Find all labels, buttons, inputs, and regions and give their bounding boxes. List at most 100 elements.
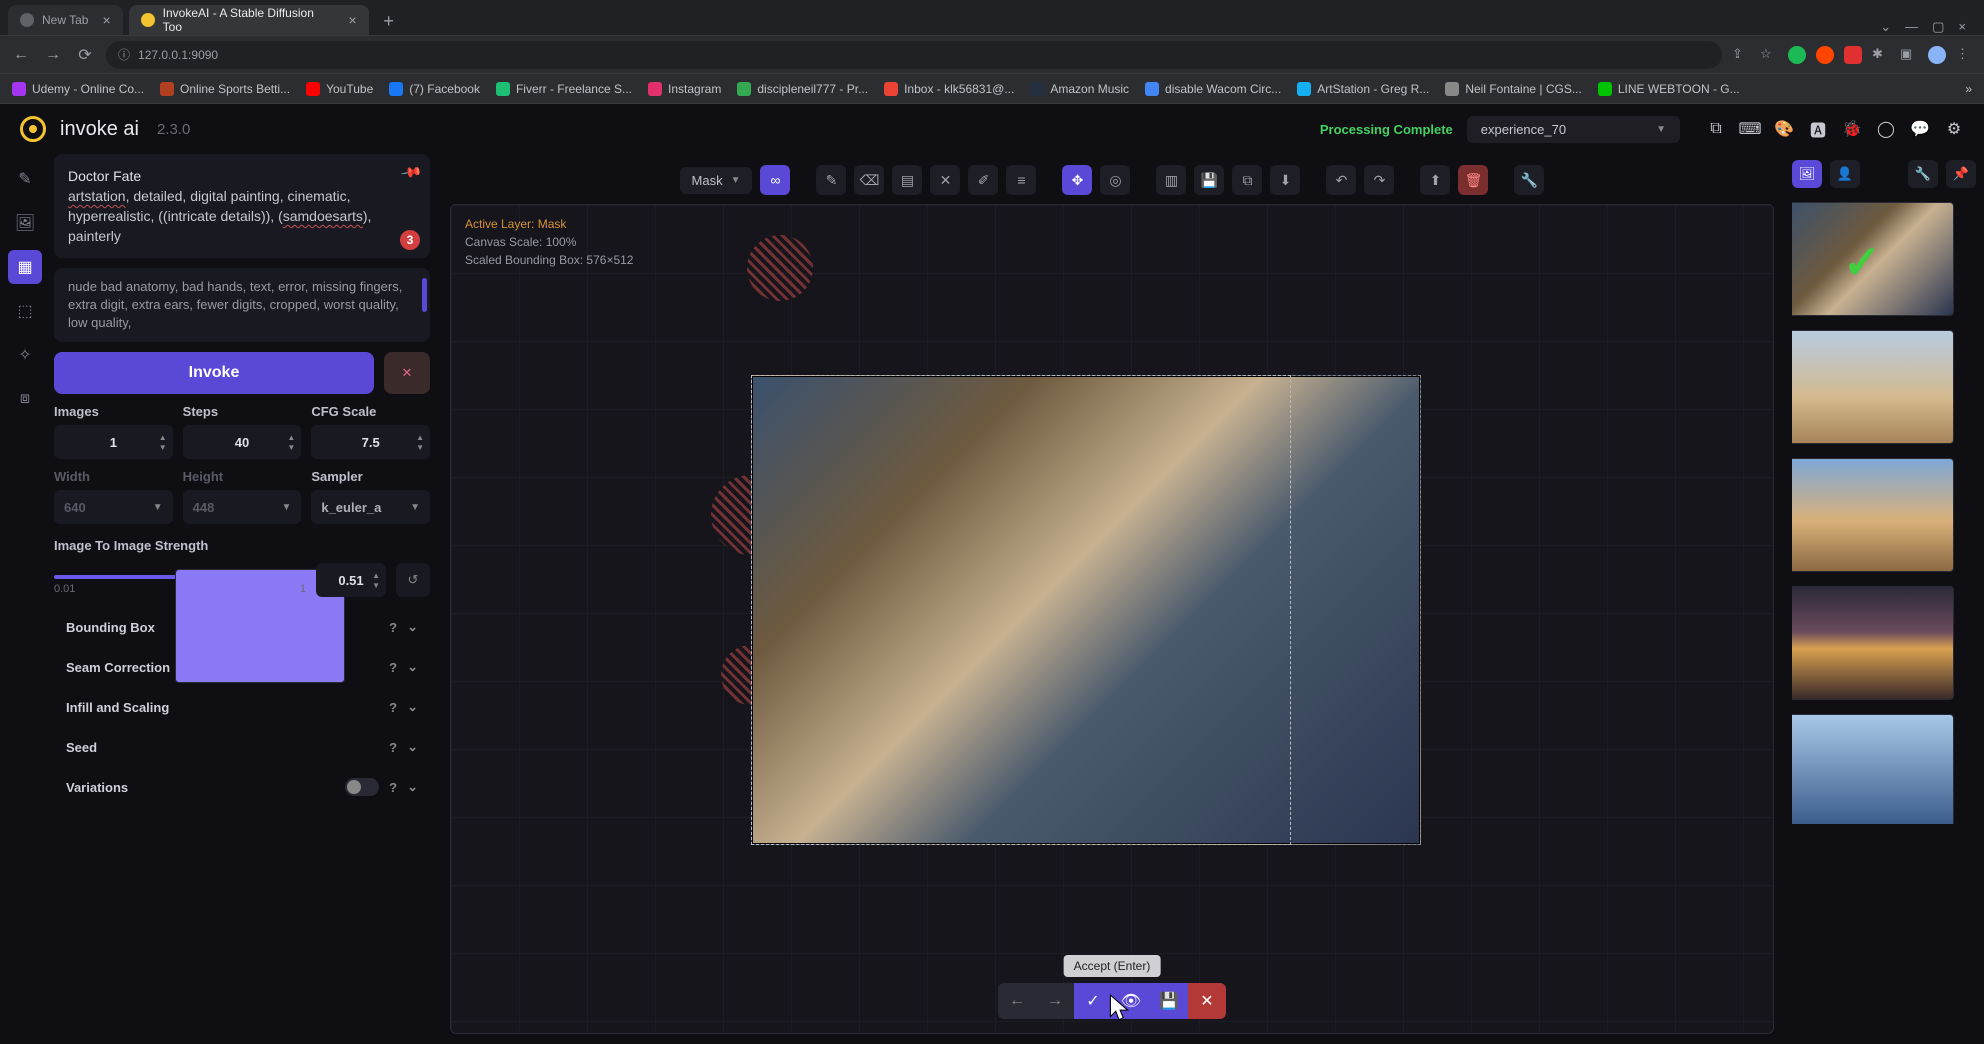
bookmark-item[interactable]: Inbox - klk56831@... <box>884 82 1014 96</box>
toggle[interactable] <box>345 778 379 796</box>
invoke-button[interactable]: Invoke <box>54 352 374 394</box>
minimize-icon[interactable]: — <box>1905 19 1918 35</box>
github-icon[interactable]: ◯ <box>1876 119 1896 139</box>
info-icon[interactable]: ? <box>389 740 397 755</box>
clear-canvas[interactable]: 🗑 <box>1458 165 1488 195</box>
staging-next[interactable]: → <box>1036 983 1074 1019</box>
accordion-seed[interactable]: Seed?⌄ <box>54 727 430 767</box>
step-down-icon[interactable]: ▼ <box>159 443 167 452</box>
forward-button[interactable]: → <box>42 46 64 64</box>
prompt-input[interactable]: 📌 Doctor Fate artstation, detailed, digi… <box>54 154 430 258</box>
i2i-input[interactable]: 0.51 ▲▼ <box>316 563 386 597</box>
bookmark-item[interactable]: Amazon Music <box>1030 82 1129 96</box>
url-bar[interactable]: ⓘ 127.0.0.1:9090 <box>106 41 1722 69</box>
menu-icon[interactable]: ⋮ <box>1956 46 1974 64</box>
reload-button[interactable]: ⟳ <box>74 45 96 65</box>
bookmark-item[interactable]: Instagram <box>648 82 721 96</box>
browser-tab[interactable]: InvokeAI - A Stable Diffusion Too × <box>129 5 369 35</box>
gallery-pin[interactable]: 📌 <box>1946 160 1976 188</box>
sampler-select[interactable]: k_euler_a ▼ <box>311 490 430 524</box>
bookmark-item[interactable]: Neil Fontaine | CGS... <box>1445 82 1582 96</box>
brush-options[interactable]: ≡ <box>1006 165 1036 195</box>
new-tab-button[interactable]: + <box>375 7 403 35</box>
staging-prev[interactable]: ← <box>998 983 1036 1019</box>
info-icon[interactable]: ? <box>389 780 397 795</box>
rail-txt2img[interactable]: ✎ <box>8 162 42 196</box>
back-button[interactable]: ← <box>10 46 32 64</box>
rail-img2img[interactable]: 🖼 <box>8 206 42 240</box>
gallery-tab-user[interactable]: 👤 <box>1830 160 1860 188</box>
cancel-button[interactable]: ✕ <box>384 352 430 394</box>
clear-mask[interactable]: ✕ <box>930 165 960 195</box>
bounding-box[interactable] <box>751 375 1291 845</box>
bookmark-item[interactable]: discipleneil777 - Pr... <box>737 82 868 96</box>
width-select[interactable]: 640 ▼ <box>54 490 173 524</box>
step-down-icon[interactable]: ▼ <box>372 581 380 590</box>
i2i-reset-button[interactable]: ↺ <box>396 563 430 597</box>
brush-tool[interactable]: ✎ <box>816 165 846 195</box>
rail-nodes[interactable]: ⬚ <box>8 294 42 328</box>
accordion-variations[interactable]: Variations?⌄ <box>54 767 430 807</box>
rail-training[interactable]: ⧈ <box>8 382 42 416</box>
step-down-icon[interactable]: ▼ <box>287 443 295 452</box>
pin-icon[interactable]: 📌 <box>398 159 424 185</box>
keyboard-icon[interactable]: ⌨ <box>1740 119 1760 139</box>
staging-toggle-view[interactable]: 👁 <box>1112 983 1150 1019</box>
discord-icon[interactable]: 💬 <box>1910 119 1930 139</box>
info-icon[interactable]: ? <box>389 620 397 635</box>
layer-select[interactable]: Mask ▼ <box>680 167 753 194</box>
bookmark-item[interactable]: LINE WEBTOON - G... <box>1598 82 1740 96</box>
bookmark-item[interactable]: disable Wacom Circ... <box>1145 82 1281 96</box>
bookmark-item[interactable]: Online Sports Betti... <box>160 82 290 96</box>
browser-tab[interactable]: New Tab × <box>8 5 123 35</box>
height-select[interactable]: 448 ▼ <box>183 490 302 524</box>
close-icon[interactable]: × <box>348 12 356 28</box>
step-up-icon[interactable]: ▲ <box>159 433 167 442</box>
staging-accept[interactable]: ✓ <box>1074 983 1112 1019</box>
scrollbar[interactable] <box>422 278 427 312</box>
accordion-infill-and-scaling[interactable]: Infill and Scaling?⌄ <box>54 687 430 727</box>
negative-prompt-input[interactable]: nude bad anatomy, bad hands, text, error… <box>54 268 430 342</box>
bookmark-item[interactable]: (7) Facebook <box>389 82 480 96</box>
settings-icon[interactable]: ⚙ <box>1944 119 1964 139</box>
info-icon[interactable]: ? <box>389 700 397 715</box>
gallery-thumb[interactable]: ✓ <box>1792 202 1954 316</box>
canvas[interactable]: Active Layer: Mask Canvas Scale: 100% Sc… <box>450 204 1774 1034</box>
chevron-down-icon[interactable]: ⌄ <box>1880 19 1891 35</box>
gallery-settings[interactable]: 🔧 <box>1908 160 1938 188</box>
step-up-icon[interactable]: ▲ <box>372 571 380 580</box>
extensions-icon[interactable]: ✱ <box>1872 46 1890 64</box>
cube-icon[interactable]: ⧉ <box>1706 119 1726 139</box>
rail-canvas[interactable]: ▦ <box>8 250 42 284</box>
share-icon[interactable]: ⇪ <box>1732 46 1750 64</box>
bookmark-item[interactable]: YouTube <box>306 82 373 96</box>
images-input[interactable]: 1 ▲▼ <box>54 425 173 459</box>
gallery-thumb[interactable] <box>1792 586 1954 700</box>
save-to-gallery[interactable]: 💾 <box>1194 165 1224 195</box>
model-selector[interactable]: experience_70 ▼ <box>1467 116 1680 143</box>
maximize-icon[interactable]: ▢ <box>1932 19 1944 35</box>
bug-icon[interactable]: 🐞 <box>1842 119 1862 139</box>
bookmarks-overflow[interactable]: » <box>1965 82 1972 96</box>
gallery-thumb[interactable] <box>1792 330 1954 444</box>
bookmark-item[interactable]: ArtStation - Greg R... <box>1297 82 1429 96</box>
cfg-input[interactable]: 7.5 ▲▼ <box>311 425 430 459</box>
palette-icon[interactable]: 🎨 <box>1774 119 1794 139</box>
copy-tool[interactable]: ⧉ <box>1232 165 1262 195</box>
eyedropper-tool[interactable]: ✐ <box>968 165 998 195</box>
close-icon[interactable]: × <box>1958 19 1966 35</box>
bookmark-item[interactable]: Udemy - Online Co... <box>12 82 144 96</box>
upload-button[interactable]: ⬆ <box>1420 165 1450 195</box>
merge-visible[interactable]: ▥ <box>1156 165 1186 195</box>
step-up-icon[interactable]: ▲ <box>416 433 424 442</box>
move-tool[interactable]: ✥ <box>1062 165 1092 195</box>
ext-icon[interactable] <box>1788 46 1806 64</box>
staging-discard[interactable]: ✕ <box>1188 983 1226 1019</box>
ext-icon[interactable] <box>1816 46 1834 64</box>
steps-input[interactable]: 40 ▲▼ <box>183 425 302 459</box>
gallery-tab-images[interactable]: 🖼 <box>1792 160 1822 188</box>
rail-postprocess[interactable]: ✧ <box>8 338 42 372</box>
i2i-slider[interactable]: 0.01 1 <box>54 565 306 595</box>
info-icon[interactable]: ? <box>389 660 397 675</box>
undo-button[interactable]: ↶ <box>1326 165 1356 195</box>
